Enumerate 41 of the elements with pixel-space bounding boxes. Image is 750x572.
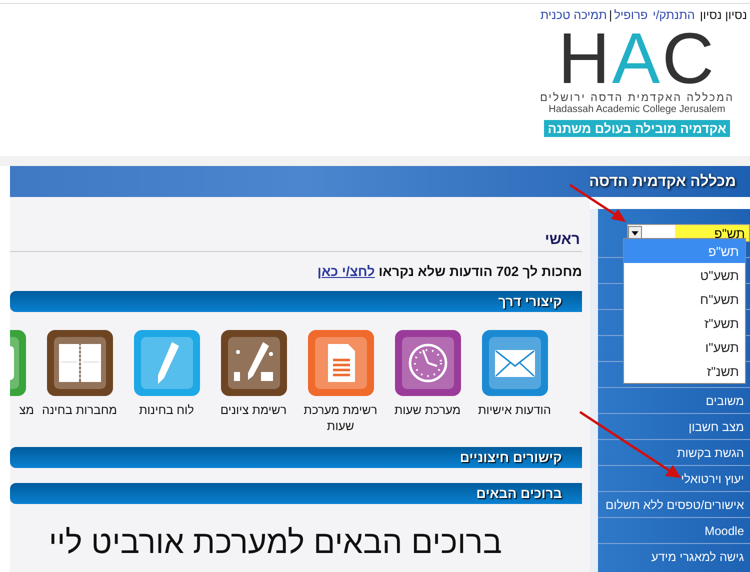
year-option[interactable]: תשנ"ז bbox=[624, 359, 745, 383]
logo-hebrew-name: המכללה האקדמית הדסה ירושלים bbox=[540, 92, 734, 104]
sidebar-item[interactable]: הגשת בקשות bbox=[598, 439, 750, 465]
sidebar-item[interactable]: גישה למאגרי מידע bbox=[598, 543, 750, 569]
user-name: נסיון נסיון bbox=[700, 8, 747, 22]
header-link[interactable]: תמיכה טכנית bbox=[540, 8, 607, 22]
logo-tagline: אקדמיה מובילה בעולם משתנה bbox=[544, 120, 730, 137]
notebook-icon bbox=[46, 330, 112, 396]
logo-letters: HAC bbox=[558, 30, 716, 88]
welcome-heading: ברוכים הבאים למערכת אורביט ליי bbox=[48, 524, 503, 561]
pen-icon bbox=[134, 330, 200, 396]
separator-text: | bbox=[608, 8, 612, 22]
year-option[interactable]: תשע"ז bbox=[624, 311, 745, 335]
section-header: ברוכים הבאים bbox=[10, 483, 582, 504]
sidebar-item[interactable]: Moodle bbox=[598, 517, 750, 543]
pen-grades-icon bbox=[220, 330, 286, 396]
site-title: מכללה אקדמית הדסה bbox=[589, 173, 736, 190]
header-link[interactable]: פרופיל bbox=[614, 8, 648, 22]
envelope-icon bbox=[482, 330, 548, 396]
click-here-link[interactable]: לחצ/י כאן bbox=[317, 264, 375, 279]
year-option[interactable]: תשע"ו bbox=[624, 335, 745, 359]
shortcut-link[interactable]: לוח בחינות bbox=[123, 330, 210, 447]
shortcut-link[interactable]: רשימת מערכת שעות bbox=[297, 330, 384, 447]
shortcut-link[interactable]: מערכת שעות bbox=[384, 330, 471, 447]
year-option[interactable]: תשע"ח bbox=[624, 287, 745, 311]
section-header: קישורים חיצוניים bbox=[10, 447, 582, 468]
header-link[interactable]: התנתק/י bbox=[652, 8, 695, 22]
shortcut-link[interactable]: מחברות בחינה bbox=[36, 330, 123, 447]
logo-english-name: Hadassah Academic College Jerusalem bbox=[548, 104, 726, 115]
document-icon bbox=[308, 330, 374, 396]
sidebar-item[interactable]: אישורים/טפסים ללא תשלום bbox=[598, 491, 750, 517]
sidebar-item[interactable]: מצב חשבון bbox=[598, 413, 750, 439]
shortcut-link[interactable]: הודעות אישיות bbox=[471, 330, 558, 447]
sidebar-item[interactable]: משובים bbox=[598, 387, 750, 413]
shortcut-link[interactable]: רשימת ציונים bbox=[210, 330, 297, 447]
breadcrumb: ראשי bbox=[544, 231, 581, 248]
unread-notice: מחכות לך 702 הודעות שלא נקראו לחצ/י כאן bbox=[316, 264, 582, 279]
year-option[interactable]: תשע"ט bbox=[624, 263, 745, 287]
shortcut-link[interactable]: מצ bbox=[10, 330, 36, 447]
clock-icon bbox=[394, 330, 460, 396]
section-header: קיצורי דרך bbox=[10, 291, 582, 312]
